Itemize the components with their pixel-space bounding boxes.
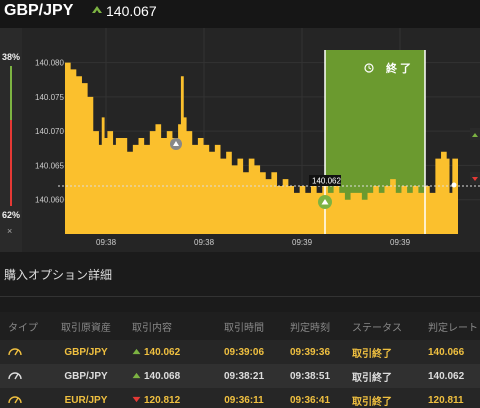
row-type	[0, 364, 40, 388]
sentiment-sidebar: 38% 62% ×	[0, 28, 22, 252]
y-tick-label: 140.070	[35, 127, 64, 136]
down-arrow-icon	[132, 397, 141, 403]
x-tick-label: 09:39	[292, 238, 313, 247]
purchase-details-title: 購入オプション詳細	[4, 268, 113, 282]
up-arrow-icon	[92, 6, 102, 13]
sentiment-up-pct: 38%	[2, 52, 21, 62]
col-content: 取引内容	[132, 312, 212, 340]
gauge-icon	[8, 371, 22, 379]
row-expiry-time: 09:39:36	[276, 340, 344, 364]
table-row[interactable]: GBP/JPY 140.062 09:39:06 09:39:36 取引終了 140.06…	[0, 340, 480, 364]
put-edge-tab[interactable]	[470, 172, 480, 184]
expiry-label: 終 了	[386, 61, 411, 75]
section-divider	[0, 296, 480, 297]
close-icon[interactable]: ×	[7, 226, 12, 236]
row-trade-time: 09:38:21	[212, 364, 276, 388]
price-chart: 140.080 140.075 140.070 140.065 140.060 09:3…	[22, 28, 480, 252]
header-bar: GBP/JPY 140.067	[0, 0, 480, 28]
row-status: 取引終了	[344, 364, 424, 388]
x-tick-label: 09:38	[194, 238, 215, 247]
call-edge-tab[interactable]	[470, 128, 480, 140]
x-tick-label: 09:38	[96, 238, 117, 247]
table-row[interactable]: GBP/JPY 140.068 09:38:21 09:38:51 取引終了 140.06…	[0, 364, 480, 388]
y-tick-label: 140.075	[35, 93, 64, 102]
gauge-icon	[8, 395, 22, 403]
col-trade-time: 取引時間	[212, 312, 276, 340]
row-content-cell: 140.068	[132, 364, 212, 388]
row-rate: 140.062	[424, 364, 480, 388]
table-row[interactable]: EUR/JPY 120.812 09:36:11 09:36:41 取引終了 120.81…	[0, 388, 480, 408]
current-price: 140.067	[106, 3, 157, 19]
asset-pair-title: GBP/JPY	[4, 2, 74, 19]
sentiment-down-bar	[10, 120, 12, 206]
row-status: 取引終了	[344, 340, 424, 364]
row-content-cell: 120.812	[132, 388, 212, 408]
row-asset: EUR/JPY	[40, 388, 132, 408]
row-expiry-time: 09:38:51	[276, 364, 344, 388]
x-tick-label: 09:39	[390, 238, 411, 247]
up-arrow-icon	[132, 373, 141, 379]
y-tick-label: 140.080	[35, 59, 64, 68]
row-rate: 140.066	[424, 340, 480, 364]
row-expiry-time: 09:36:41	[276, 388, 344, 408]
row-content: 140.068	[144, 370, 181, 382]
gauge-icon	[8, 347, 22, 355]
row-type	[0, 388, 40, 408]
sentiment-down-pct: 62%	[2, 210, 21, 220]
up-arrow-icon	[132, 349, 141, 355]
row-status: 取引終了	[344, 388, 424, 408]
row-trade-time: 09:36:11	[212, 388, 276, 408]
row-asset: GBP/JPY	[40, 364, 132, 388]
col-expiry-time: 判定時刻	[276, 312, 344, 340]
row-content-cell: 140.062	[132, 340, 212, 364]
row-asset: GBP/JPY	[40, 340, 132, 364]
row-content: 140.062	[144, 346, 181, 358]
row-rate: 120.811	[424, 388, 480, 408]
price-chart-panel: 38% 62% × 140.080 140.075 140.070 140.065 14…	[0, 28, 480, 252]
col-status: ステータス	[344, 312, 424, 340]
sentiment-up-bar	[10, 66, 12, 120]
col-rate: 判定レート	[424, 312, 480, 340]
price-label: 140.062	[312, 177, 341, 186]
col-asset: 取引原資産	[40, 312, 132, 340]
col-type: タイプ	[0, 312, 40, 340]
row-trade-time: 09:39:06	[212, 340, 276, 364]
row-type	[0, 340, 40, 364]
y-tick-label: 140.060	[35, 196, 64, 205]
trade-history-table: タイプ 取引原資産 取引内容 取引時間 判定時刻 ステータス 判定レート GBP…	[0, 312, 480, 408]
table-header-row: タイプ 取引原資産 取引内容 取引時間 判定時刻 ステータス 判定レート	[0, 312, 480, 340]
y-tick-label: 140.065	[35, 161, 64, 170]
row-content: 120.812	[144, 394, 181, 406]
current-price-dot	[451, 182, 457, 188]
